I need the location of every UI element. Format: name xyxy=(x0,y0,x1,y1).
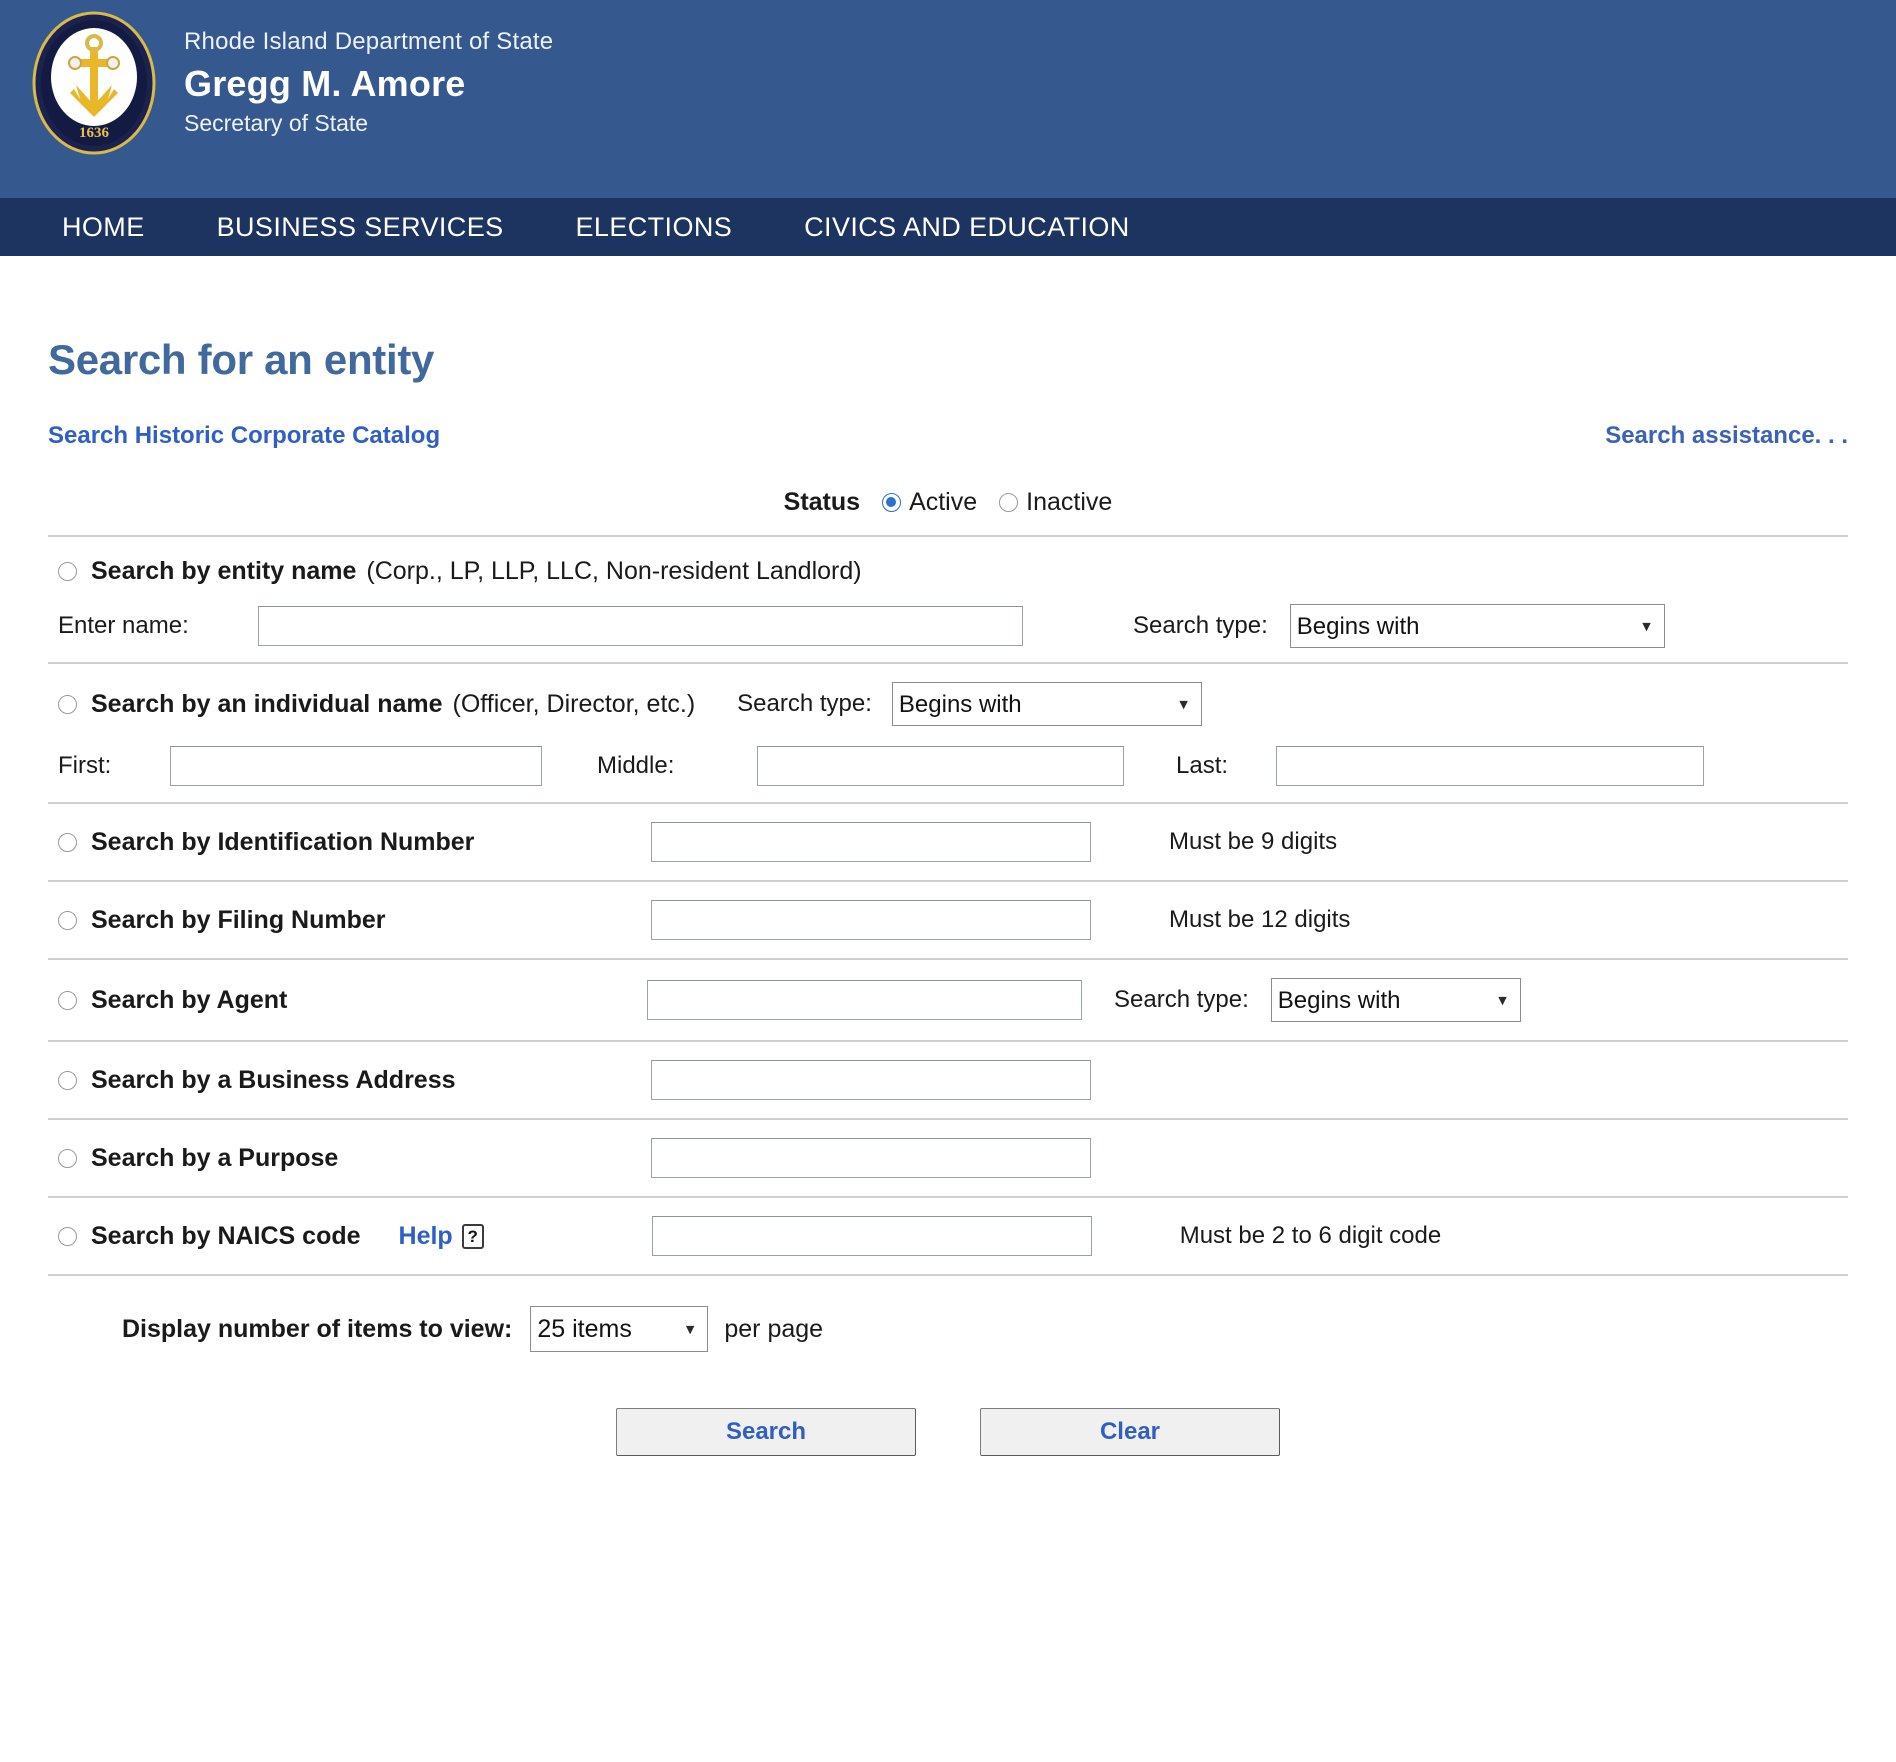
entity-name-header-row: Search by entity name (Corp., LP, LLP, L… xyxy=(48,557,1848,586)
section-agent: Search by Agent Search type: Begins with… xyxy=(48,960,1848,1040)
state-seal-logo: 1636 xyxy=(30,9,158,157)
identification-number-note: Must be 9 digits xyxy=(1169,828,1338,855)
naics-label: Search by NAICS code xyxy=(91,1221,361,1250)
main-navigation: HOME BUSINESS SERVICES ELECTIONS CIVICS … xyxy=(0,198,1896,256)
department-name: Rhode Island Department of State xyxy=(184,28,554,55)
individual-name-label: Search by an individual name xyxy=(91,689,443,718)
nav-item-elections[interactable]: ELECTIONS xyxy=(576,212,733,243)
radio-search-by-naics-code[interactable] xyxy=(58,1226,77,1246)
site-header: 1636 Rhode Island Department of State Gr… xyxy=(0,0,1896,198)
radio-inactive[interactable] xyxy=(999,493,1019,512)
middle-name-input[interactable] xyxy=(757,746,1124,786)
radio-search-by-agent[interactable] xyxy=(58,990,77,1010)
individual-search-type-select[interactable]: Begins with xyxy=(891,682,1202,726)
filing-number-label: Search by Filing Number xyxy=(91,905,386,934)
status-option-inactive[interactable]: Inactive xyxy=(999,488,1112,517)
identification-number-input[interactable] xyxy=(651,822,1091,862)
last-name-label: Last: xyxy=(1176,752,1229,779)
filing-number-input[interactable] xyxy=(651,900,1091,940)
naics-help-link[interactable]: Help xyxy=(399,1222,453,1251)
section-entity-name: Search by entity name (Corp., LP, LLP, L… xyxy=(48,537,1848,662)
page-title: Search for an entity xyxy=(48,336,435,383)
entity-name-label: Search by entity name xyxy=(91,557,357,585)
section-filing-number: Search by Filing Number Must be 12 digit… xyxy=(48,882,1848,958)
divider xyxy=(48,1274,1848,1276)
entity-name-field-row: Enter name: Search type: Begins with ▾ xyxy=(48,604,1848,648)
identification-number-row: Search by Identification Number Must be … xyxy=(48,822,1848,862)
entity-name-sublabel: (Corp., LP, LLP, LLC, Non-resident Landl… xyxy=(366,557,862,585)
entity-search-type-label: Search type: xyxy=(1133,612,1268,639)
purpose-label: Search by a Purpose xyxy=(91,1143,339,1172)
header-text-block: Rhode Island Department of State Gregg M… xyxy=(184,28,553,137)
section-naics-code: Search by NAICS code Help ? Must be 2 to… xyxy=(48,1198,1848,1274)
business-address-label: Search by a Business Address xyxy=(91,1065,456,1094)
official-name: Gregg M. Amore xyxy=(184,63,466,104)
business-address-row: Search by a Business Address xyxy=(48,1060,1848,1100)
seal-year: 1636 xyxy=(79,125,110,141)
display-items-label: Display number of items to view: xyxy=(122,1314,513,1343)
individual-name-header-row: Search by an individual name (Officer, D… xyxy=(48,682,1848,726)
status-label: Status xyxy=(783,488,861,516)
status-option-active[interactable]: Active xyxy=(882,488,977,517)
status-row: Status Active Inactive xyxy=(48,488,1848,517)
business-address-input[interactable] xyxy=(651,1060,1091,1100)
last-name-input[interactable] xyxy=(1276,746,1704,786)
question-mark-icon[interactable]: ? xyxy=(461,1223,484,1249)
entity-name-input[interactable] xyxy=(258,606,1023,646)
radio-active[interactable] xyxy=(882,493,902,512)
middle-name-label: Middle: xyxy=(597,752,675,779)
enter-name-label: Enter name: xyxy=(58,612,189,639)
filing-number-note: Must be 12 digits xyxy=(1169,906,1351,933)
radio-search-by-purpose[interactable] xyxy=(58,1148,77,1168)
agent-search-type-select[interactable]: Begins with xyxy=(1270,978,1521,1022)
radio-search-by-business-address[interactable] xyxy=(58,1070,77,1090)
section-purpose: Search by a Purpose xyxy=(48,1120,1848,1196)
display-items-row: Display number of items to view: 25 item… xyxy=(48,1306,1848,1352)
search-assistance-link[interactable]: Search assistance. . . xyxy=(1605,422,1848,450)
naics-note: Must be 2 to 6 digit code xyxy=(1179,1222,1442,1249)
identification-number-label: Search by Identification Number xyxy=(91,827,475,856)
radio-search-by-individual-name[interactable] xyxy=(58,694,77,714)
radio-search-by-identification-number[interactable] xyxy=(58,832,77,852)
first-name-input[interactable] xyxy=(170,746,542,786)
purpose-row: Search by a Purpose xyxy=(48,1138,1848,1178)
agent-row: Search by Agent Search type: Begins with… xyxy=(48,978,1848,1022)
official-role: Secretary of State xyxy=(184,110,369,136)
naics-input[interactable] xyxy=(651,1216,1092,1256)
agent-label: Search by Agent xyxy=(91,985,288,1014)
per-page-label: per page xyxy=(724,1314,824,1343)
nav-item-home[interactable]: HOME xyxy=(62,212,145,243)
radio-search-by-entity-name[interactable] xyxy=(58,562,77,581)
main-content: Search for an entity Search Historic Cor… xyxy=(0,336,1896,1456)
agent-search-type-label: Search type: xyxy=(1114,986,1249,1013)
items-per-page-select[interactable]: 25 items xyxy=(530,1306,709,1352)
filing-number-row: Search by Filing Number Must be 12 digit… xyxy=(48,900,1848,940)
individual-name-fields-row: First: Middle: Last: xyxy=(48,746,1848,786)
purpose-input[interactable] xyxy=(651,1138,1091,1178)
radio-search-by-filing-number[interactable] xyxy=(58,910,77,930)
utility-link-row: Search Historic Corporate Catalog Search… xyxy=(48,422,1848,450)
individual-name-sublabel: (Officer, Director, etc.) xyxy=(452,689,696,718)
clear-button[interactable]: Clear xyxy=(980,1408,1280,1456)
section-individual-name: Search by an individual name (Officer, D… xyxy=(48,664,1848,802)
search-button[interactable]: Search xyxy=(616,1408,916,1456)
section-business-address: Search by a Business Address xyxy=(48,1042,1848,1118)
agent-input[interactable] xyxy=(647,980,1082,1020)
section-identification-number: Search by Identification Number Must be … xyxy=(48,804,1848,880)
nav-item-civics-and-education[interactable]: CIVICS AND EDUCATION xyxy=(804,212,1130,243)
search-historic-corporate-catalog-link[interactable]: Search Historic Corporate Catalog xyxy=(48,422,440,450)
nav-item-business-services[interactable]: BUSINESS SERVICES xyxy=(217,212,504,243)
status-option-inactive-label: Inactive xyxy=(1026,488,1113,516)
entity-search-type-select[interactable]: Begins with xyxy=(1289,604,1665,648)
action-button-row: Search Clear xyxy=(48,1408,1848,1456)
naics-row: Search by NAICS code Help ? Must be 2 to… xyxy=(48,1216,1848,1256)
status-option-active-label: Active xyxy=(909,488,978,516)
first-name-label: First: xyxy=(58,752,112,779)
individual-search-type-label: Search type: xyxy=(737,690,872,717)
